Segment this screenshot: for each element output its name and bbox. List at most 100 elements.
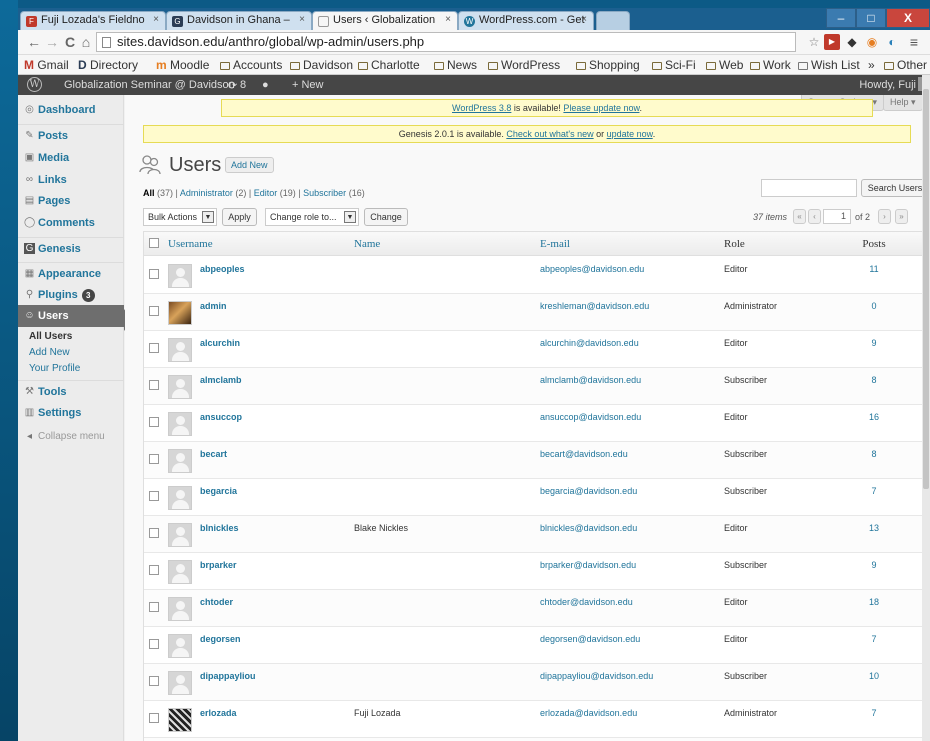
sidebar-item-posts[interactable]: ✎ Posts (18, 124, 124, 146)
sidebar-item-settings[interactable]: ▥ Settings (18, 402, 124, 424)
email-link[interactable]: alcurchin@davidson.edu (540, 338, 639, 348)
username-link[interactable]: degorsen (200, 634, 241, 644)
tab-davidson-ghana[interactable]: G Davidson in Ghana – × (166, 11, 312, 30)
howdy-user[interactable]: Howdy, Fuji (859, 79, 916, 91)
comments-icon[interactable]: ● (262, 79, 269, 91)
collapse-menu-button[interactable]: ◂ Collapse menu (18, 426, 124, 448)
close-window-icon[interactable]: X (886, 8, 930, 28)
email-link[interactable]: ansuccop@davidson.edu (540, 412, 641, 422)
post-count-link[interactable]: 8 (844, 375, 904, 385)
tab-fieldnotes[interactable]: F Fuji Lozada's Fieldno × (20, 11, 166, 30)
email-link[interactable]: begarcia@davidson.edu (540, 486, 637, 496)
row-checkbox[interactable] (149, 454, 159, 464)
filter-editor[interactable]: Editor (254, 188, 278, 198)
username-link[interactable]: ansuccop (200, 412, 242, 422)
bookmark-charlotte[interactable]: Charlotte (358, 58, 420, 72)
back-arrow-icon[interactable]: ← (26, 34, 42, 50)
sidebar-item-media[interactable]: ▣ Media (18, 147, 124, 169)
post-count-link[interactable]: 16 (844, 412, 904, 422)
bookmark-scifi[interactable]: Sci-Fi (652, 58, 696, 72)
column-name[interactable]: Name (354, 238, 380, 250)
username-link[interactable]: begarcia (200, 486, 237, 496)
bookmark-shopping[interactable]: Shopping (576, 58, 640, 72)
next-page-button[interactable]: › (878, 209, 891, 224)
sidebar-item-links[interactable]: ∞ Links (18, 169, 124, 191)
submenu-add-new[interactable]: Add New (29, 347, 70, 358)
change-role-select[interactable]: Change role to... ▼ (265, 208, 359, 226)
updates-icon[interactable]: ⟳ (228, 79, 237, 92)
bookmark-directory[interactable]: D Directory (78, 58, 138, 72)
rss-extension-icon[interactable]: ◉ (864, 34, 880, 50)
new-content-link[interactable]: + New (292, 79, 324, 91)
genesis-update-link[interactable]: update now (607, 129, 653, 139)
bookmark-wishlist[interactable]: Wish List (798, 58, 860, 72)
apply-button[interactable]: Apply (222, 208, 257, 226)
select-all-checkbox[interactable] (149, 238, 159, 248)
sidebar-item-dashboard[interactable]: ◎ Dashboard (18, 99, 124, 121)
filter-all[interactable]: All (143, 188, 155, 198)
forward-arrow-icon[interactable]: → (44, 34, 60, 50)
column-email[interactable]: E-mail (540, 238, 570, 250)
bookmark-moodle[interactable]: m Moodle (156, 58, 209, 72)
email-link[interactable]: almclamb@davidson.edu (540, 375, 641, 385)
submenu-your-profile[interactable]: Your Profile (29, 363, 80, 374)
help-tab[interactable]: Help ▾ (883, 95, 923, 111)
post-count-link[interactable]: 0 (844, 301, 904, 311)
star-icon[interactable]: ☆ (806, 34, 822, 50)
page-scrollbar[interactable] (922, 75, 930, 741)
bookmarks-overflow-button[interactable]: » (868, 58, 875, 72)
bookmark-accounts[interactable]: Accounts (220, 58, 282, 72)
minimize-icon[interactable]: – (826, 8, 856, 28)
close-tab-icon[interactable]: × (299, 14, 305, 25)
post-count-link[interactable]: 7 (844, 486, 904, 496)
row-checkbox[interactable] (149, 417, 159, 427)
email-link[interactable]: degorsen@davidson.edu (540, 634, 640, 644)
wp-version-link[interactable]: WordPress 3.8 (452, 103, 511, 113)
username-link[interactable]: admin (200, 301, 227, 311)
email-link[interactable]: kreshleman@davidson.edu (540, 301, 649, 311)
whats-new-link[interactable]: Check out what's new (506, 129, 593, 139)
address-bar[interactable]: sites.davidson.edu/anthro/global/wp-admi… (96, 32, 796, 52)
email-link[interactable]: erlozada@davidson.edu (540, 708, 637, 718)
email-link[interactable]: dipappayliou@davidson.edu (540, 671, 653, 681)
close-tab-icon[interactable]: × (445, 14, 451, 25)
username-link[interactable]: erlozada (200, 708, 237, 718)
tab-users[interactable]: Users ‹ Globalization × (312, 11, 458, 30)
bookmark-davidson[interactable]: Davidson (290, 58, 353, 72)
post-count-link[interactable]: 13 (844, 523, 904, 533)
search-users-input[interactable] (761, 179, 857, 197)
username-link[interactable]: alcurchin (200, 338, 240, 348)
username-link[interactable]: abpeoples (200, 264, 245, 274)
prev-page-button[interactable]: ‹ (808, 209, 821, 224)
post-count-link[interactable]: 9 (844, 338, 904, 348)
sidebar-item-users[interactable]: ☺ Users (18, 305, 124, 327)
tab-wordpress-com[interactable]: W WordPress.com - Get × (458, 11, 594, 30)
post-count-link[interactable]: 11 (844, 264, 904, 274)
bookmark-web[interactable]: Web (706, 58, 743, 72)
reload-icon[interactable]: C (62, 34, 78, 50)
menu-icon[interactable]: ≡ (906, 34, 922, 50)
row-checkbox[interactable] (149, 602, 159, 612)
bulk-actions-select[interactable]: Bulk Actions ▼ (143, 208, 217, 226)
site-name-link[interactable]: Globalization Seminar @ Davidson (64, 79, 235, 91)
extension-icon[interactable]: ◐ (884, 34, 900, 50)
home-icon[interactable]: ⌂ (78, 34, 94, 50)
bookmark-gmail[interactable]: M Gmail (24, 58, 69, 72)
last-page-button[interactable]: » (895, 209, 908, 224)
bookmark-work[interactable]: Work (750, 58, 791, 72)
current-page-input[interactable]: 1 (823, 209, 851, 224)
row-checkbox[interactable] (149, 713, 159, 723)
row-checkbox[interactable] (149, 528, 159, 538)
row-checkbox[interactable] (149, 491, 159, 501)
sidebar-item-pages[interactable]: ▤ Pages (18, 190, 124, 212)
username-link[interactable]: blnickles (200, 523, 239, 533)
filter-administrator[interactable]: Administrator (180, 188, 233, 198)
new-tab-button[interactable] (596, 11, 630, 30)
updates-count[interactable]: 8 (240, 79, 246, 91)
scrollbar-thumb[interactable] (923, 89, 929, 489)
email-link[interactable]: chtoder@davidson.edu (540, 597, 633, 607)
username-link[interactable]: chtoder (200, 597, 233, 607)
sidebar-item-tools[interactable]: ⚒ Tools (18, 380, 124, 402)
sidebar-item-plugins[interactable]: ⚲ Plugins 3 (18, 284, 124, 306)
first-page-button[interactable]: « (793, 209, 806, 224)
